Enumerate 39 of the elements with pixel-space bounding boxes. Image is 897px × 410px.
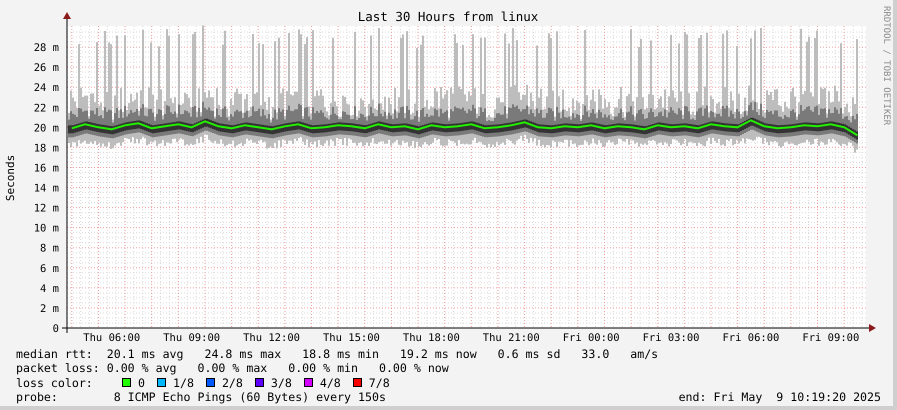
axis-tick-label: 20 m bbox=[34, 122, 59, 134]
axis-tick-label: 2 m bbox=[40, 302, 59, 315]
legend-item: 2/8 bbox=[222, 376, 243, 390]
axis-tick-label: Thu 18:00 bbox=[402, 332, 460, 344]
axis-tick-label: 24 m bbox=[34, 82, 59, 94]
axis-tick-label: Fri 00:00 bbox=[562, 332, 620, 344]
axis-tick-label: 14 m bbox=[34, 182, 59, 195]
axis-tick-label: Thu 09:00 bbox=[163, 332, 220, 344]
legend-item: 1/8 bbox=[172, 376, 194, 390]
graph-title: Last 30 Hours from linux bbox=[358, 9, 538, 24]
axis-tick-label: 8 m bbox=[40, 242, 59, 255]
probe-text: probe: 8 ICMP Echo Pings (60 Bytes) every 150s bbox=[16, 390, 386, 404]
axis-tick-label: 28 m bbox=[34, 42, 59, 54]
axis-tick-label: Fri 09:00 bbox=[802, 332, 860, 344]
axis-tick-label: 22 m bbox=[34, 102, 59, 114]
axis-tick-label: Thu 21:00 bbox=[482, 332, 540, 344]
axis-tick-label: 18 m bbox=[34, 142, 59, 154]
axis-tick-label: 6 m bbox=[40, 262, 59, 275]
axis-tick-label: Thu 12:00 bbox=[243, 332, 300, 344]
legend-item: 3/8 bbox=[270, 376, 292, 390]
stats-text: packet loss: 0.00 % avg 0.00 % max 0.00 % min 0.00 % now bbox=[16, 361, 449, 376]
stats-text: median rtt: 20.1 ms avg 24.8 ms max 18.8 ms min 19.2 ms now 0.6 ms sd 33.0 am/s bbox=[16, 347, 658, 362]
axis-tick-label: Thu 06:00 bbox=[83, 332, 140, 344]
axis-tick-label: Thu 15:00 bbox=[323, 332, 380, 344]
axis-title: Seconds bbox=[4, 154, 17, 202]
axis-tick-label: 12 m bbox=[34, 202, 59, 215]
end-time: end: Fri May 9 10:19:20 2025 bbox=[678, 390, 881, 404]
legend-item: 0 bbox=[138, 376, 145, 390]
credit-label: RRDTOOL / TOBI OETIKER bbox=[881, 6, 891, 126]
legend-item: 4/8 bbox=[320, 376, 341, 390]
axis-tick-label: Fri 03:00 bbox=[642, 332, 700, 344]
axis-tick-label: 0 bbox=[52, 323, 59, 335]
axis-tick-label: Fri 06:00 bbox=[722, 332, 780, 344]
axis-tick-label: 26 m bbox=[34, 62, 59, 74]
axis-tick-label: 4 m bbox=[40, 282, 59, 295]
axis-tick-label: 10 m bbox=[34, 222, 59, 235]
legend-item: 7/8 bbox=[368, 376, 390, 390]
legend-label: loss color: bbox=[16, 376, 94, 390]
axis-tick-label: 16 m bbox=[34, 162, 59, 174]
